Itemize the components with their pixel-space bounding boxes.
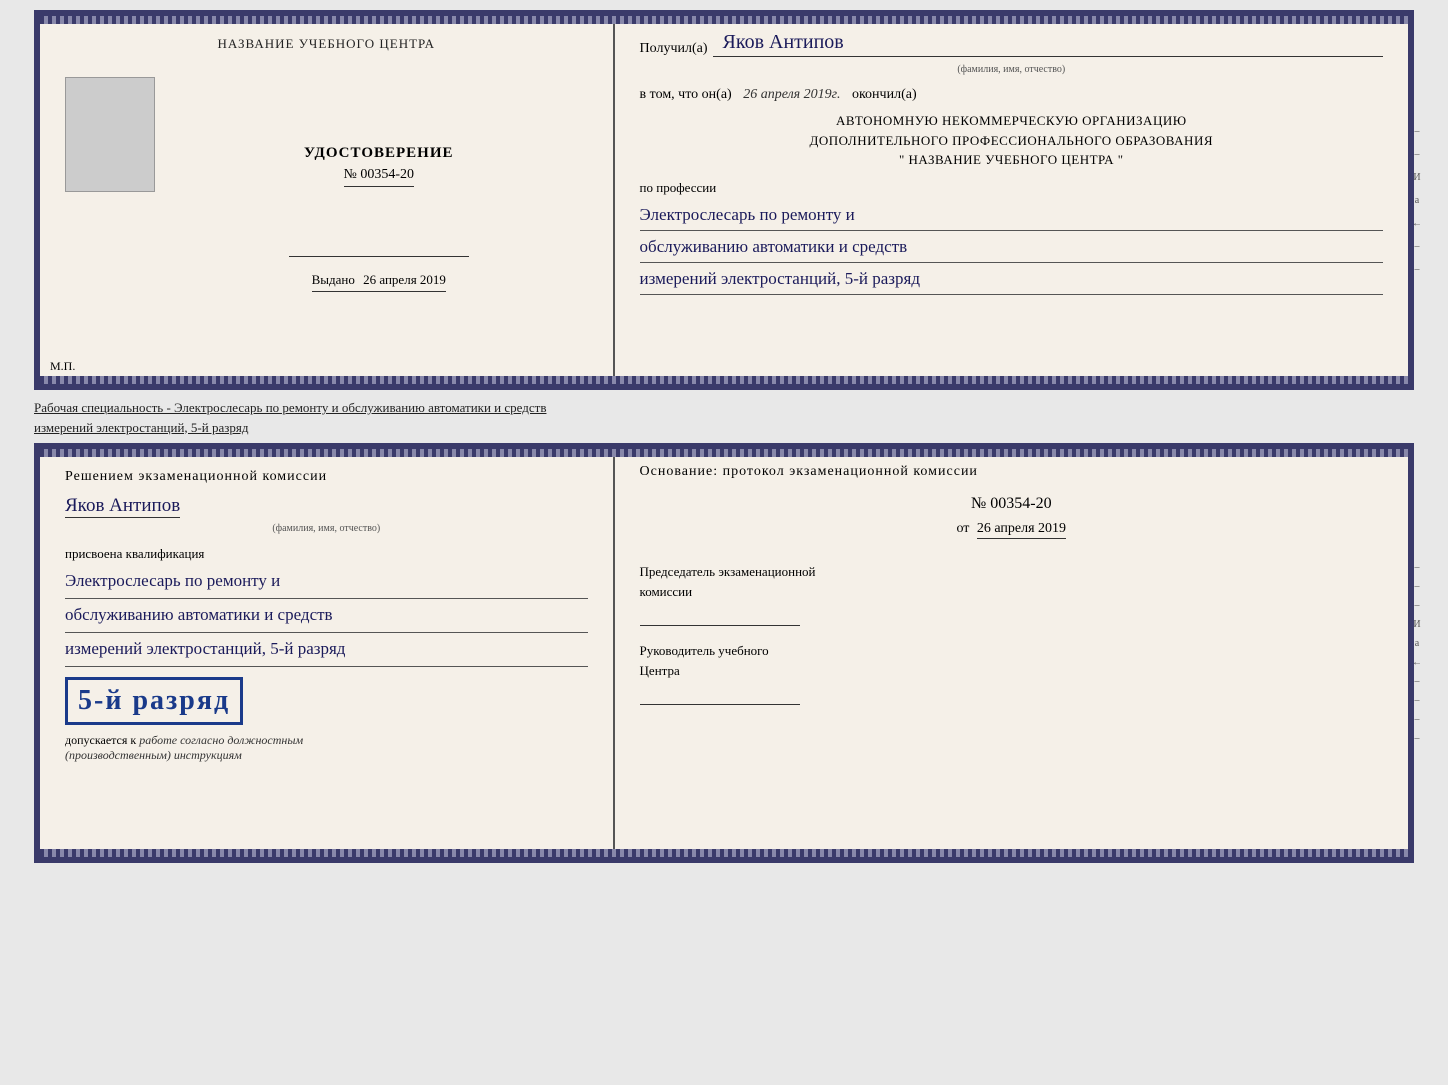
side-decoration-bottom: – – – И а ← – – – – (1408, 449, 1426, 857)
fio-label-top: (фамилия, имя, отчество) (640, 64, 1383, 75)
vydano-label: Выдано (312, 272, 355, 287)
org-block: АВТОНОМНУЮ НЕКОММЕРЧЕСКУЮ ОРГАНИЗАЦИЮ ДО… (640, 111, 1383, 170)
komissia-name: Яков Антипов (65, 495, 180, 518)
vydano-date: 26 апреля 2019 (363, 272, 446, 287)
po-professii-label: по профессии (640, 180, 1383, 196)
photo-placeholder (65, 77, 155, 192)
predsedatel-block: Председатель экзаменационной комиссии (640, 562, 1383, 626)
bottom-right-panel: Основание: протокол экзаменационной коми… (615, 449, 1408, 857)
recipient-name: Яков Антипов (713, 31, 1383, 57)
udostoverenie-number: № 00354-20 (344, 167, 415, 187)
ot-label: от (956, 521, 969, 536)
side-decoration-top: – – И а ← – – (1408, 16, 1426, 384)
profession-text: Электрослесарь по ремонту и обслуживанию… (640, 201, 1383, 298)
top-diploma: НАЗВАНИЕ УЧЕБНОГО ЦЕНТРА УДОСТОВЕРЕНИЕ №… (34, 10, 1414, 390)
protocol-date: от 26 апреля 2019 (640, 521, 1383, 537)
centra-label: Центра (640, 661, 1383, 681)
predsedatel-signature (640, 606, 800, 626)
dopuskaetsya-text: работе согласно должностным (139, 733, 303, 747)
org-line1: АВТОНОМНУЮ НЕКОММЕРЧЕСКУЮ ОРГАНИЗАЦИЮ (640, 111, 1383, 131)
qualification-text: Электрослесарь по ремонту и обслуживанию… (65, 567, 588, 667)
diploma-right-panel: Получил(a) Яков Антипов (фамилия, имя, о… (615, 16, 1408, 384)
resheniem-title: Решением экзаменационной комиссии (65, 469, 588, 485)
profession-line1: Электрослесарь по ремонту и (640, 201, 1383, 231)
description-text: Рабочая специальность - Электрослесарь п… (34, 398, 1414, 437)
dopuskaetsya-label: допускается к (65, 733, 136, 747)
predsedatel-label: Председатель экзаменационной (640, 562, 1383, 582)
vydano-line: Выдано 26 апреля 2019 (312, 272, 446, 292)
dopuskaetsya-block: допускается к работе согласно должностны… (65, 733, 588, 763)
poluchil-label: Получил(a) (640, 41, 708, 57)
udostoverenie-title: УДОСТОВЕРЕНИЕ (304, 145, 454, 162)
rukovoditel-block: Руководитель учебного Центра (640, 641, 1383, 705)
okonchil-label: окончил(а) (852, 87, 917, 102)
qual-line3: измерений электростанций, 5-й разряд (65, 635, 588, 667)
profession-line2: обслуживанию автоматики и средств (640, 233, 1383, 263)
org-line2: ДОПОЛНИТЕЛЬНОГО ПРОФЕССИОНАЛЬНОГО ОБРАЗО… (640, 131, 1383, 151)
rukovoditel-signature (640, 685, 800, 705)
v-tom-chto-line: в том, что он(а) 26 апреля 2019г. окончи… (640, 87, 1383, 103)
resheniem-label: Решением экзаменационной комиссии (65, 469, 327, 484)
razryad-badge: 5-й разряд (65, 677, 243, 725)
protocol-date-value: 26 апреля 2019 (977, 521, 1066, 539)
v-tom-chto-prefix: в том, что он(а) (640, 87, 732, 102)
bottom-left-panel: Решением экзаменационной комиссии Яков А… (40, 449, 615, 857)
prisvoena-label: присвоена квалификация (65, 546, 588, 562)
rukovoditel-label: Руководитель учебного (640, 641, 1383, 661)
qual-line1: Электрослесарь по ремонту и (65, 567, 588, 599)
bottom-diploma: Решением экзаменационной комиссии Яков А… (34, 443, 1414, 863)
osnovanie-title: Основание: протокол экзаменационной коми… (640, 464, 1383, 480)
komissia-label: комиссии (640, 582, 1383, 602)
fio-label-bottom: (фамилия, имя, отчество) (65, 523, 588, 534)
profession-line3: измерений электростанций, 5-й разряд (640, 265, 1383, 295)
school-name-left: НАЗВАНИЕ УЧЕБНОГО ЦЕНТРА (218, 36, 435, 52)
mp-label: М.П. (50, 359, 75, 374)
description-line1: Рабочая специальность - Электрослесарь п… (34, 400, 546, 415)
diploma-left-panel: НАЗВАНИЕ УЧЕБНОГО ЦЕНТРА УДОСТОВЕРЕНИЕ №… (40, 16, 615, 384)
description-line2: измерений электростанций, 5-й разряд (34, 420, 248, 435)
completion-date: 26 апреля 2019г. (743, 87, 840, 102)
dopuskaetsya-text2: (производственным) инструкциям (65, 748, 242, 762)
org-line3: " НАЗВАНИЕ УЧЕБНОГО ЦЕНТРА " (640, 150, 1383, 170)
qual-line2: обслуживанию автоматики и средств (65, 601, 588, 633)
protocol-number: № 00354-20 (640, 495, 1383, 513)
